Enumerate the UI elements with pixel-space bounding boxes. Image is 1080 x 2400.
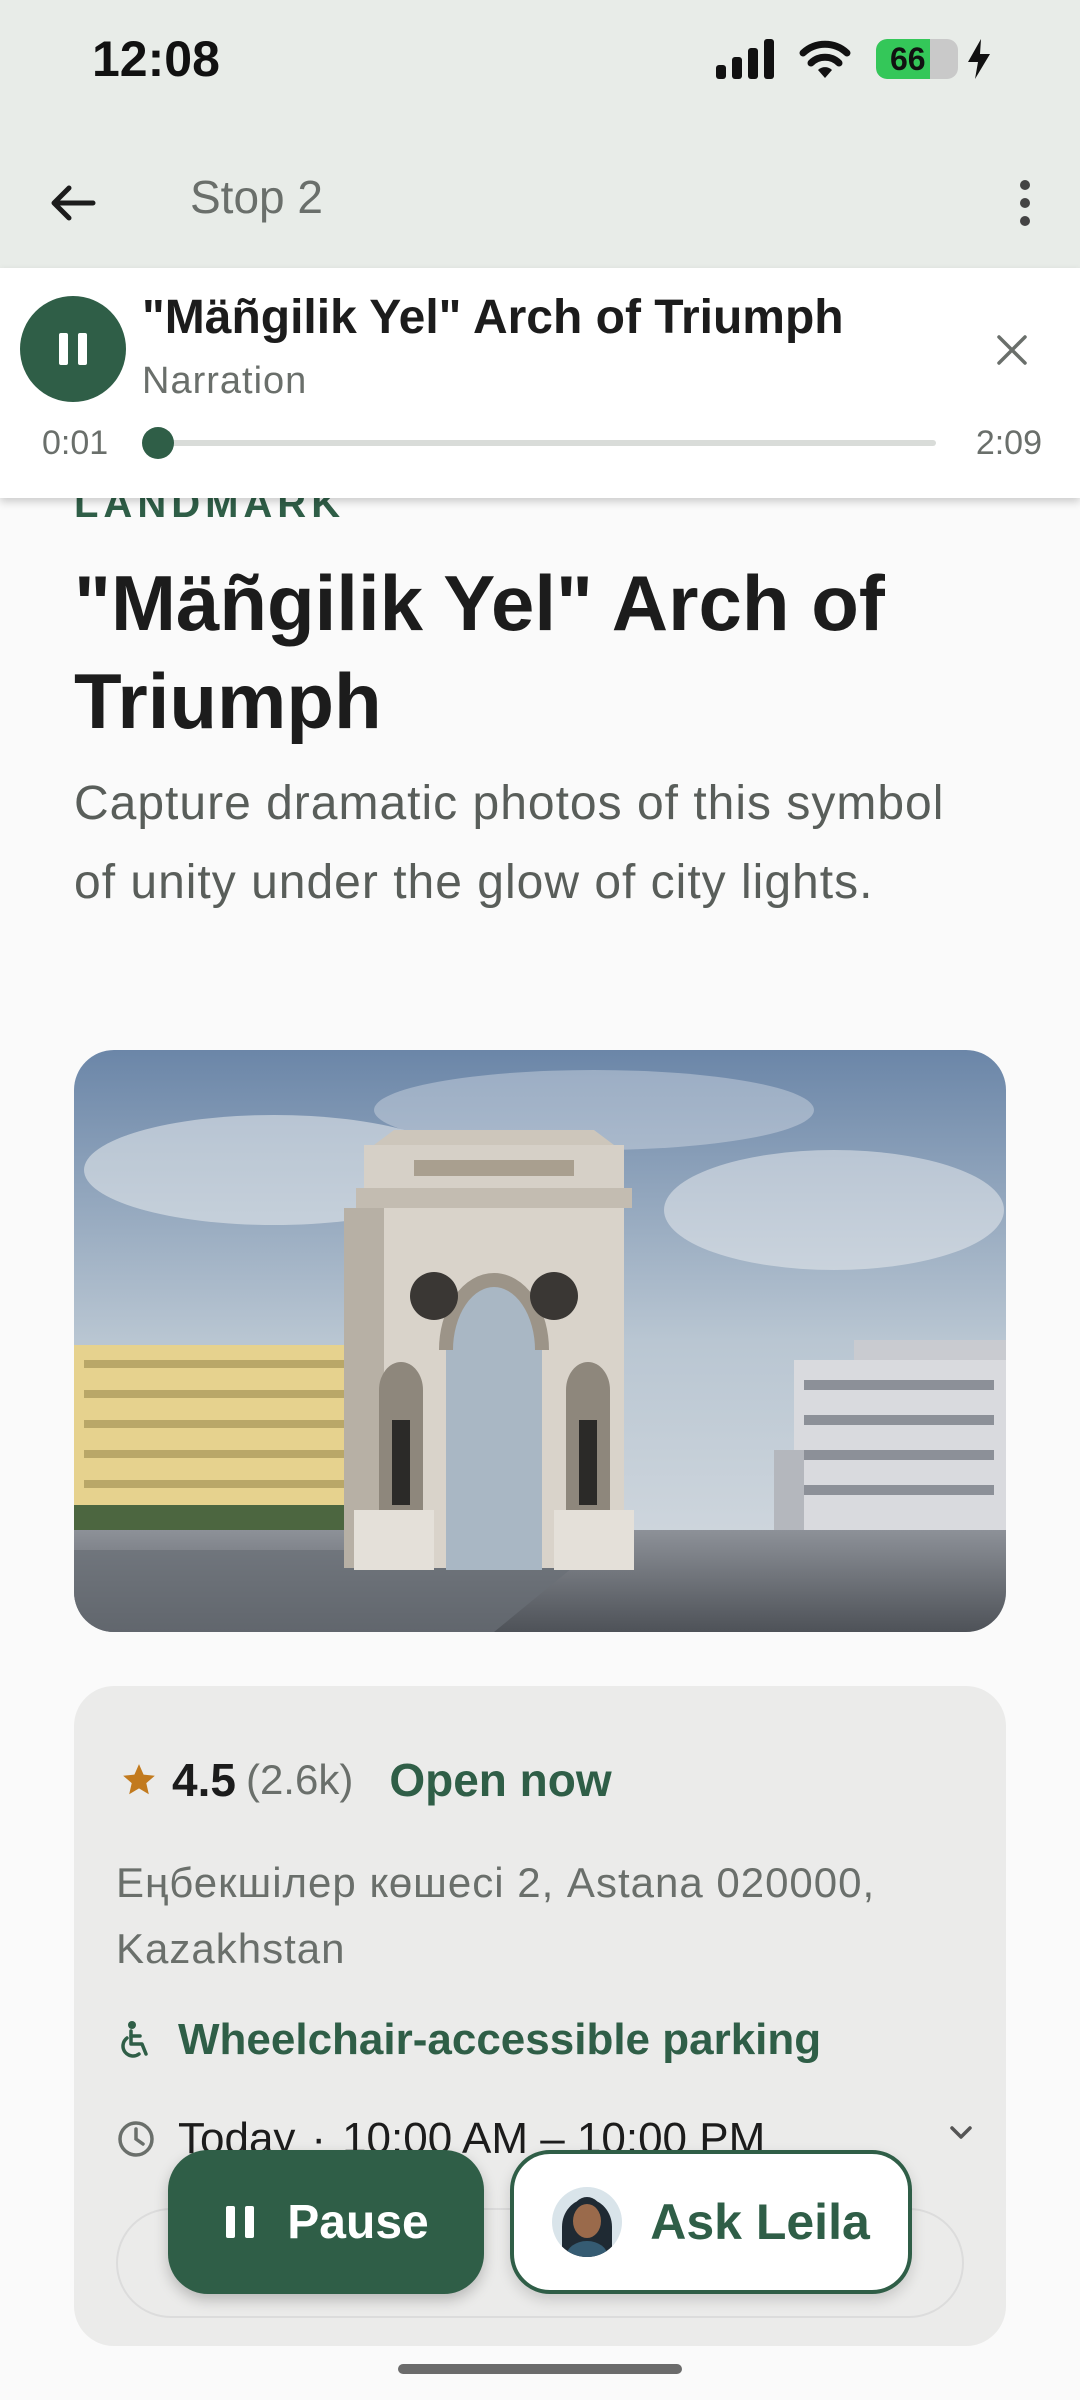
place-detail-content[interactable]: LANDMARK "Mäñgilik Yel" Arch of Triumph … — [0, 268, 1080, 2400]
battery-icon: 66 — [876, 39, 958, 79]
chevron-down-icon[interactable] — [946, 2118, 976, 2148]
wifi-icon — [799, 40, 851, 78]
back-button[interactable] — [38, 168, 108, 238]
wheelchair-icon — [121, 2021, 148, 2058]
arrow-left-icon — [51, 185, 96, 221]
player-play-pause-button[interactable] — [20, 296, 126, 402]
arch-photo-image — [74, 1050, 1006, 1632]
player-total-time: 2:09 — [975, 424, 1042, 462]
more-vertical-icon — [1020, 180, 1030, 226]
close-icon — [997, 335, 1027, 365]
open-status: Open now — [389, 1754, 612, 1806]
ask-leila-label: Ask Leila — [650, 2194, 870, 2250]
rating-row: 4.5 (2.6k) Open now — [120, 1750, 612, 1810]
battery-level: 66 — [890, 40, 926, 77]
clock-icon — [118, 2121, 154, 2157]
rating-count: (2.6k) — [245, 1756, 354, 1803]
status-bar: 12:08 66 — [0, 0, 1080, 130]
place-address[interactable]: Еңбекшілер көшесі 2, Astana 020000, Kaza… — [116, 1850, 976, 1982]
pause-button[interactable]: Pause — [168, 2150, 484, 2294]
star-icon — [123, 1764, 155, 1795]
player-track-title: "Mäñgilik Yel" Arch of Triumph — [142, 291, 844, 344]
cellular-signal-icon — [716, 39, 774, 79]
player-progress-thumb[interactable] — [142, 427, 175, 459]
accessibility-row: Wheelchair-accessible parking — [120, 2010, 821, 2070]
page-title: Stop 2 — [190, 171, 323, 223]
player-track-subtitle: Narration — [142, 360, 308, 402]
status-time: 12:08 — [92, 31, 220, 87]
pause-icon — [226, 2206, 255, 2238]
pause-label: Pause — [287, 2195, 429, 2249]
audio-mini-player: "Mäñgilik Yel" Arch of Triumph Narration… — [0, 268, 1080, 498]
player-elapsed-time: 0:01 — [42, 424, 109, 462]
place-title: "Mäñgilik Yel" Arch of Triumph — [74, 559, 885, 745]
pause-icon — [59, 333, 87, 365]
rating-value: 4.5 — [172, 1754, 236, 1806]
charging-bolt-icon — [968, 39, 990, 79]
player-close-button[interactable] — [982, 320, 1042, 380]
status-icons: 66 — [716, 38, 992, 80]
ask-leila-button[interactable]: Ask Leila — [510, 2150, 912, 2294]
accessibility-label: Wheelchair-accessible parking — [178, 2015, 822, 2064]
player-progress-bar[interactable] — [142, 427, 936, 459]
app-bar: Stop 2 — [0, 130, 1080, 268]
home-indicator[interactable] — [398, 2364, 682, 2374]
leila-avatar — [552, 2187, 623, 2257]
place-photo[interactable] — [74, 1050, 1006, 1632]
more-options-button[interactable] — [990, 168, 1060, 238]
place-description: Capture dramatic photos of this symbol o… — [74, 777, 945, 909]
